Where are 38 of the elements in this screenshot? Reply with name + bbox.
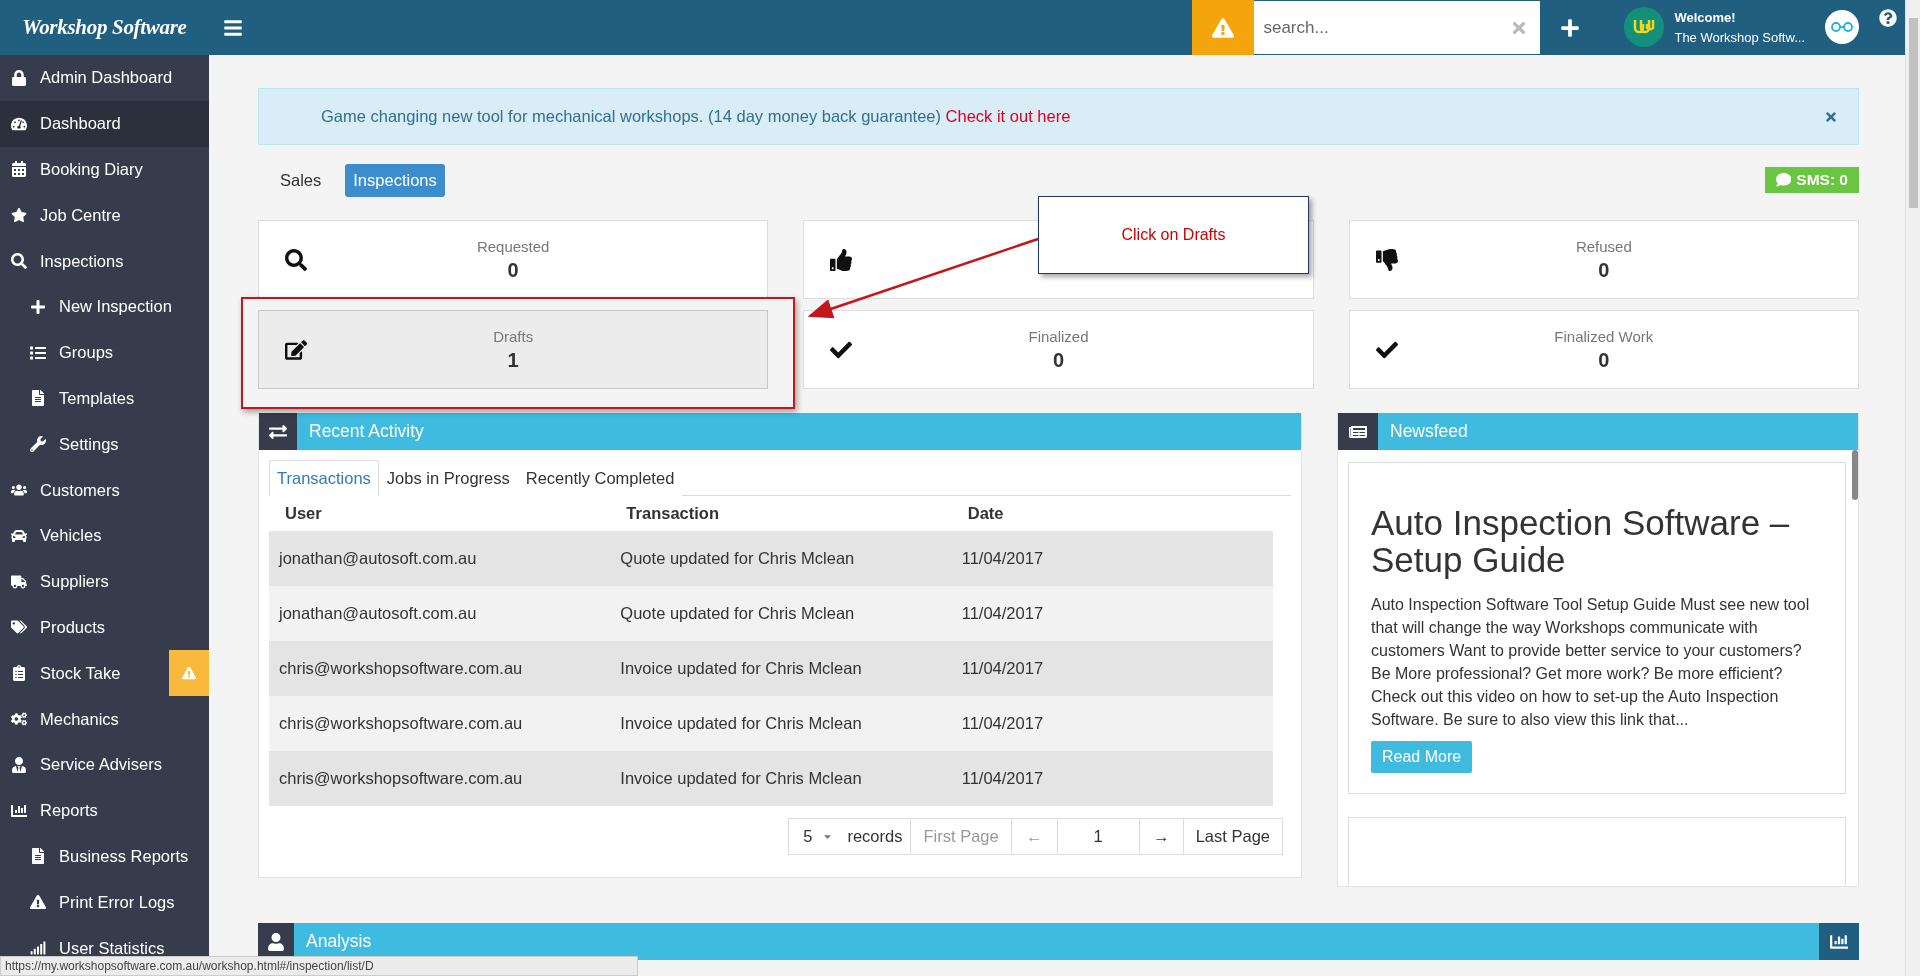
- column-header: User: [269, 496, 611, 531]
- table-cell: 11/04/2017: [951, 531, 1273, 586]
- table-cell: 11/04/2017: [951, 586, 1273, 641]
- article-text: Auto Inspection Software Tool Setup Guide Must see new tool that will change the way Workshops communicate with customers Want to provide better service to your customers? Be More professional? Get more work? Be more efficient? Check out this video on how to set-up the Auto Inspection Software. Be sure to also view this link that...: [1371, 594, 1811, 730]
- table-cell: 11/04/2017: [951, 641, 1273, 696]
- stat-value: 0: [507, 258, 519, 282]
- stat-label: Refused: [1575, 237, 1632, 255]
- panel-title: Analysis: [306, 931, 372, 952]
- column-header: Date: [951, 496, 1273, 531]
- stat-value: 0: [1052, 348, 1065, 372]
- table-cell: 11/04/2017: [951, 751, 1273, 806]
- panel-title: Recent Activity: [309, 421, 424, 442]
- stat-label: Requested: [476, 237, 550, 255]
- table-cell: chris@workshopsoftware.com.au: [269, 641, 611, 696]
- banner-text: Game changing new tool for mechanical workshops. (14 day money back guarantee) Check it out here: [321, 107, 1072, 126]
- column-header: Transaction: [610, 496, 952, 531]
- table-cell: Invoice updated for Chris Mclean: [610, 696, 952, 751]
- stat-value: 1: [507, 348, 519, 372]
- stat-label: Drafts: [493, 327, 534, 345]
- panel-title: Newsfeed: [1390, 421, 1468, 442]
- user-name: The Workshop Softw...: [1674, 30, 1805, 45]
- stat-label: Finalized Work: [1554, 327, 1654, 345]
- table-cell: jonathan@autosoft.com.au: [269, 586, 611, 641]
- stat-value: 0: [1598, 348, 1610, 372]
- table-cell: chris@workshopsoftware.com.au: [269, 696, 611, 751]
- callout-tooltip: Click on Drafts: [1038, 196, 1309, 274]
- table-cell: jonathan@autosoft.com.au: [269, 531, 611, 586]
- status-url-tooltip: https://my.workshopsoftware.com.au/workshop.html#/inspection/list/D: [0, 956, 638, 976]
- article-title: Auto Inspection Software – Setup Guide: [1371, 505, 1791, 579]
- table-cell: 11/04/2017: [951, 696, 1273, 751]
- welcome-label: Welcome!: [1674, 10, 1737, 25]
- stat-value: 0: [1598, 258, 1610, 282]
- table-cell: Invoice updated for Chris Mclean: [610, 641, 952, 696]
- table-cell: Quote updated for Chris Mclean: [610, 531, 952, 586]
- table-cell: Invoice updated for Chris Mclean: [610, 751, 952, 806]
- stat-label: Finalized: [1028, 327, 1089, 345]
- table-cell: Quote updated for Chris Mclean: [610, 586, 952, 641]
- table-cell: chris@workshopsoftware.com.au: [269, 751, 611, 806]
